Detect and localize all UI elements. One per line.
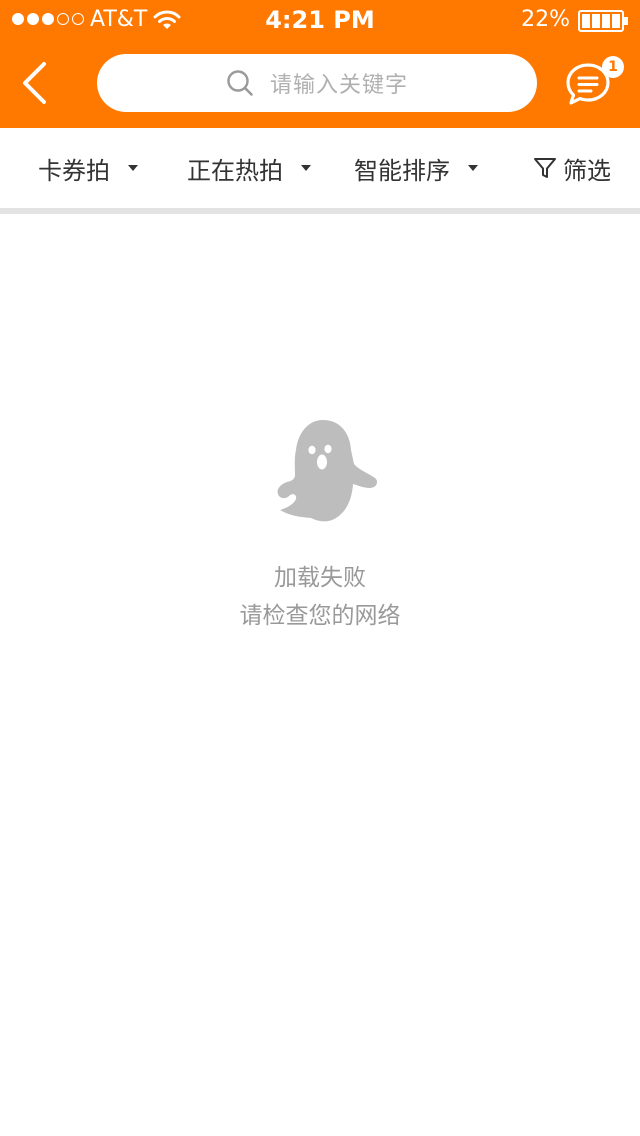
back-button[interactable] bbox=[10, 52, 60, 114]
battery-icon bbox=[578, 10, 628, 32]
caret-down-icon bbox=[128, 165, 138, 171]
caret-down-icon bbox=[301, 165, 311, 171]
search-placeholder: 请输入关键字 bbox=[269, 73, 408, 98]
filter-status-dropdown[interactable]: 正在热拍 bbox=[187, 128, 311, 208]
ghost-icon bbox=[277, 420, 378, 522]
filter-label: 智能排序 bbox=[354, 156, 450, 185]
filter-category-dropdown[interactable]: 卡券拍 bbox=[38, 128, 138, 208]
funnel-icon bbox=[534, 158, 556, 178]
filter-label: 筛选 bbox=[563, 156, 611, 185]
messages-button[interactable]: 1 bbox=[560, 56, 630, 116]
filter-sort-dropdown[interactable]: 智能排序 bbox=[354, 128, 478, 208]
filter-button[interactable]: 筛选 bbox=[533, 128, 611, 208]
search-input[interactable]: 请输入关键字 bbox=[97, 54, 537, 112]
error-subtitle: 请检查您的网络 bbox=[239, 603, 401, 629]
chevron-left-icon bbox=[23, 62, 46, 104]
status-bar: AT&T 4:21 PM 22% bbox=[0, 0, 640, 40]
filter-label: 卡券拍 bbox=[38, 156, 110, 185]
filter-label: 正在热拍 bbox=[187, 156, 283, 185]
battery-percent: 22% bbox=[521, 7, 570, 32]
error-title: 加载失败 bbox=[274, 565, 366, 591]
search-icon bbox=[227, 70, 253, 96]
caret-down-icon bbox=[468, 165, 478, 171]
divider bbox=[0, 208, 640, 214]
message-count-badge: 1 bbox=[602, 56, 624, 78]
app-header: AT&T 4:21 PM 22% 请输入关键字 1 bbox=[0, 0, 640, 128]
filter-bar: 卡券拍 正在热拍 智能排序 筛选 bbox=[0, 128, 640, 208]
